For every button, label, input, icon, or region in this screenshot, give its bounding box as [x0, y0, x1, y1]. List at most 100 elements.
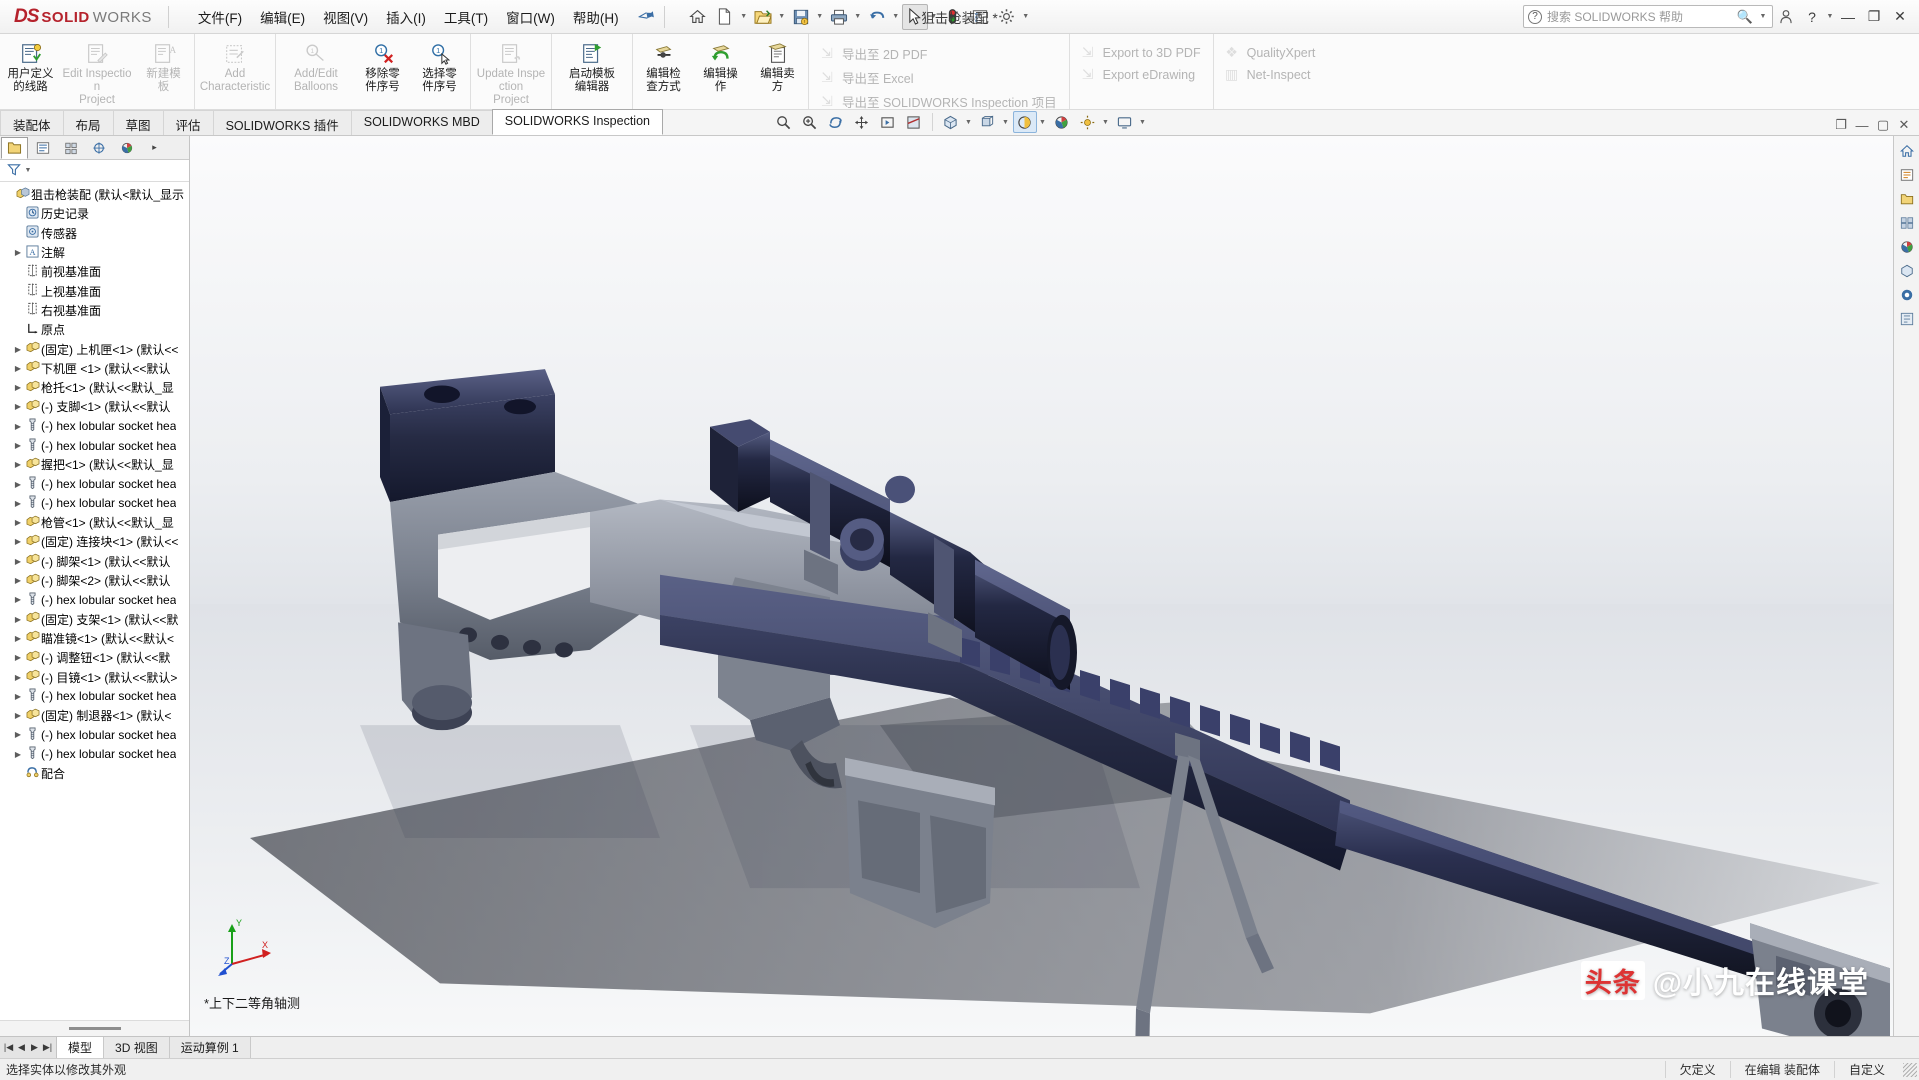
expand-chevron-icon[interactable]: ▶ [12, 595, 24, 604]
open-folder-caret-icon[interactable]: ▼ [777, 13, 787, 20]
menu-tools[interactable]: 工具(T) [435, 3, 497, 31]
options-gear-icon[interactable] [994, 4, 1020, 30]
resize-grip[interactable] [1903, 1063, 1917, 1077]
tree-tab-feature-manager[interactable] [1, 137, 28, 159]
help-question-icon[interactable]: ? [1799, 4, 1825, 30]
expand-chevron-icon[interactable]: ▶ [12, 537, 24, 546]
doc-minimize-button[interactable]: — [1853, 118, 1871, 133]
expand-chevron-icon[interactable]: ▶ [12, 441, 24, 450]
search-help-box[interactable]: ? 搜索 SOLIDWORKS 帮助 🔍 ▼ [1523, 5, 1773, 28]
export-inspection-project-item[interactable]: ⇲ 导出至 SOLIDWORKS Inspection 项目 [819, 92, 1057, 110]
menu-help[interactable]: 帮助(H) [564, 3, 628, 31]
feature-tree-item[interactable]: 传感器 [0, 224, 189, 243]
feature-tree-item[interactable]: ▶(-) 脚架<2> (默认<<默认 [0, 571, 189, 590]
feature-tree-item[interactable]: 配合 [0, 764, 189, 783]
feature-tree-list[interactable]: 狙击枪装配 (默认<默认_显示历史记录传感器▶A注解前视基准面上视基准面右视基准… [0, 182, 189, 1020]
tab-sketch[interactable]: 草图 [113, 110, 164, 135]
select-arrow-icon[interactable] [902, 4, 928, 30]
dock-home-icon[interactable] [1896, 140, 1918, 162]
close-button[interactable]: ✕ [1887, 4, 1913, 30]
expand-chevron-icon[interactable]: ▶ [12, 383, 24, 392]
search-caret-icon[interactable]: ▼ [1758, 13, 1768, 20]
export-2d-pdf-item[interactable]: ⇲ 导出至 2D PDF [819, 44, 1057, 63]
qualityxpert-item[interactable]: ❖ QualityXpert [1224, 44, 1316, 61]
ribbon-button-edit-vendor[interactable]: 编辑卖方 [749, 38, 806, 97]
save-caret-icon[interactable]: ▼ [815, 13, 825, 20]
print-icon[interactable] [826, 4, 852, 30]
pan-icon[interactable] [850, 111, 874, 133]
expand-chevron-icon[interactable]: ▶ [12, 557, 24, 566]
feature-tree-item[interactable]: 前视基准面 [0, 262, 189, 281]
dock-design-library-icon[interactable] [1896, 164, 1918, 186]
expand-chevron-icon[interactable]: ▶ [12, 518, 24, 527]
bottom-tab-nav-buttons[interactable]: |◀ ◀ ▶ ▶| [0, 1037, 57, 1058]
display-style-icon[interactable] [976, 111, 1000, 133]
view-orientation-icon[interactable] [939, 111, 963, 133]
section-view-icon[interactable] [902, 111, 926, 133]
expand-chevron-icon[interactable]: ▶ [12, 460, 24, 469]
feature-tree-item[interactable]: ▶枪托<1> (默认<<默认_显 [0, 378, 189, 397]
select-arrow-caret-icon[interactable]: ▼ [929, 13, 939, 20]
feature-tree-item[interactable]: ▶(-) 支脚<1> (默认<<默认 [0, 397, 189, 416]
feature-tree-item[interactable]: ▶(固定) 支架<1> (默认<<默 [0, 610, 189, 629]
net-inspect-item[interactable]: ▥ Net-Inspect [1224, 66, 1316, 83]
display-style-caret-icon[interactable]: ▼ [1002, 119, 1011, 126]
ribbon-button-edit-inspection-project[interactable]: Edit InspectionProject [59, 38, 135, 110]
magnifier-icon[interactable]: 🔍 [1737, 9, 1753, 25]
export-excel-item[interactable]: ⇲ 导出至 Excel [819, 68, 1057, 87]
tab-layout[interactable]: 布局 [63, 110, 114, 135]
tree-tab-property-manager[interactable] [29, 137, 56, 159]
feature-tree-item[interactable]: ▶(固定) 制退器<1> (默认< [0, 706, 189, 725]
tree-tab-configuration-manager[interactable] [57, 137, 84, 159]
restore-button[interactable]: ❐ [1861, 4, 1887, 30]
expand-chevron-icon[interactable]: ▶ [12, 692, 24, 701]
feature-tree-item[interactable]: 历史记录 [0, 204, 189, 223]
feature-tree-root-item[interactable]: 狙击枪装配 (默认<默认_显示 [0, 185, 189, 204]
feature-tree-item[interactable]: ▶(固定) 上机匣<1> (默认<< [0, 339, 189, 358]
minimize-button[interactable]: — [1835, 4, 1861, 30]
rotate-view-icon[interactable] [824, 111, 848, 133]
menu-view[interactable]: 视图(V) [314, 3, 377, 31]
feature-tree-item[interactable]: ▶(-) 目镜<1> (默认<<默认> [0, 667, 189, 686]
graphics-area[interactable]: Y X Z *上下二等角轴测 头条 @小九在线课堂 [190, 136, 1893, 1036]
zoom-to-area-icon[interactable] [798, 111, 822, 133]
feature-tree-item[interactable]: 上视基准面 [0, 281, 189, 300]
expand-chevron-icon[interactable]: ▶ [12, 248, 24, 257]
undo-icon[interactable] [864, 4, 890, 30]
tree-tab-dimxpert-manager[interactable] [85, 137, 112, 159]
hide-show-items-icon[interactable] [1013, 111, 1037, 133]
filter-icon[interactable] [7, 163, 21, 179]
feature-tree-item[interactable]: ▶(-) hex lobular socket hea [0, 745, 189, 764]
menu-insert[interactable]: 插入(I) [377, 3, 435, 31]
feature-tree-item[interactable]: ▶(-) hex lobular socket hea [0, 725, 189, 744]
previous-view-icon[interactable] [876, 111, 900, 133]
expand-chevron-icon[interactable]: ▶ [12, 634, 24, 643]
save-icon[interactable]: ! [788, 4, 814, 30]
expand-chevron-icon[interactable]: ▶ [12, 576, 24, 585]
expand-chevron-icon[interactable]: ▶ [12, 364, 24, 373]
options-caret-icon[interactable]: ▼ [1021, 13, 1031, 20]
doc-close-button[interactable]: ✕ [1895, 117, 1913, 133]
ribbon-button-remove-balloon[interactable]: 1 移除零件序号 [354, 38, 411, 97]
pin-icon[interactable] [636, 6, 657, 28]
expand-chevron-icon[interactable]: ▶ [12, 711, 24, 720]
rebuild-traffic-light-icon[interactable] [940, 4, 966, 30]
export-edrawing-item[interactable]: ⇲ Export eDrawing [1080, 66, 1201, 83]
dock-view-palette-icon[interactable] [1896, 212, 1918, 234]
nav-next-button[interactable]: ▶ [28, 1042, 41, 1053]
view-settings-icon[interactable] [1113, 111, 1137, 133]
account-icon[interactable] [1773, 4, 1799, 30]
print-caret-icon[interactable]: ▼ [853, 13, 863, 20]
ribbon-button-new-template[interactable]: A 新建模板 [135, 38, 192, 97]
dock-3dexperience-icon[interactable] [1896, 284, 1918, 306]
feature-tree-filter-row[interactable]: ▼ [0, 160, 189, 182]
feature-tree-item[interactable]: ▶握把<1> (默认<<默认_显 [0, 455, 189, 474]
doc-restore-button[interactable]: ❐ [1832, 117, 1850, 133]
dock-file-explorer-icon[interactable] [1896, 188, 1918, 210]
expand-chevron-icon[interactable]: ▶ [12, 730, 24, 739]
feature-tree-item[interactable]: ▶下机匣 <1> (默认<<默认 [0, 359, 189, 378]
new-document-caret-icon[interactable]: ▼ [739, 13, 749, 20]
feature-tree-item[interactable]: ▶(-) 调整钮<1> (默认<<默 [0, 648, 189, 667]
feature-tree-item[interactable]: ▶(固定) 连接块<1> (默认<< [0, 532, 189, 551]
undo-caret-icon[interactable]: ▼ [891, 13, 901, 20]
